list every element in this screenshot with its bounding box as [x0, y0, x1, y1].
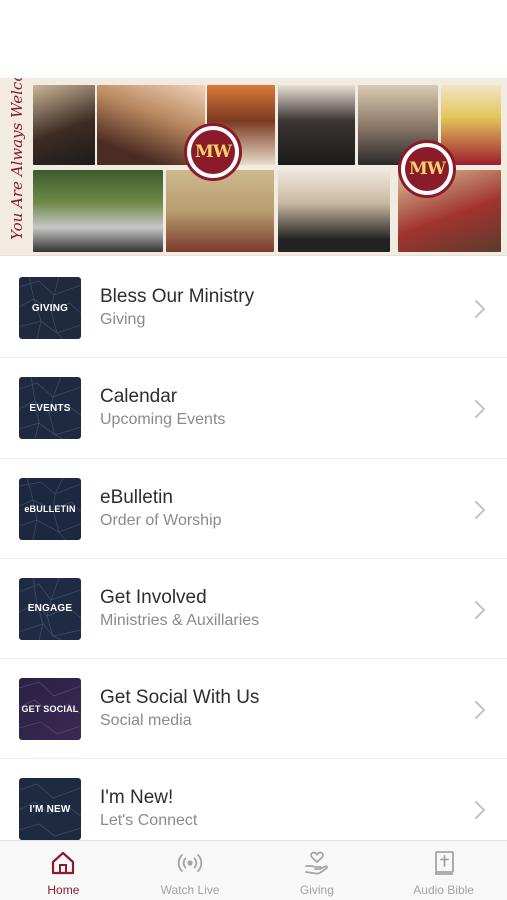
banner-side-panel: You Are Always Welcome!	[0, 78, 32, 255]
chevron-right-icon	[475, 300, 486, 318]
menu-item-get-involved[interactable]: ENGAGE Get Involved Ministries & Auxilla…	[0, 559, 507, 660]
collage-photo	[33, 85, 95, 165]
bottom-tab-bar: Home Watch Live Giving Audio Bible	[0, 840, 507, 900]
tab-home[interactable]: Home	[0, 841, 127, 900]
item-subtitle: Ministries & Auxillaries	[100, 611, 260, 629]
thumbnail-label: GIVING	[31, 302, 69, 314]
collage-photo	[278, 170, 390, 252]
thumbnail-label: I'M NEW	[29, 803, 71, 815]
church-logo-icon: MW	[184, 123, 242, 181]
giving-thumbnail: GIVING	[19, 277, 81, 339]
bible-icon	[434, 851, 454, 875]
tab-watch-live[interactable]: Watch Live	[127, 841, 254, 900]
tab-label: Watch Live	[160, 883, 220, 897]
chevron-right-icon	[475, 701, 486, 720]
item-subtitle: Order of Worship	[100, 511, 222, 529]
item-subtitle: Giving	[100, 311, 146, 328]
im-new-thumbnail: I'M NEW	[19, 778, 81, 841]
item-subtitle: Let's Connect	[100, 812, 198, 830]
thumbnail-label: GET SOCIAL	[21, 704, 79, 715]
church-logo-icon: MW	[398, 140, 456, 198]
item-title: eBulletin	[100, 486, 173, 508]
broadcast-icon	[177, 854, 203, 872]
collage-photo	[166, 170, 274, 252]
thumbnail-label: EVENTS	[29, 402, 71, 414]
chevron-right-icon	[475, 801, 486, 820]
chevron-right-icon	[475, 600, 486, 619]
item-title: Get Social With Us	[100, 687, 260, 709]
engage-thumbnail: ENGAGE	[19, 577, 81, 640]
social-thumbnail: GET SOCIAL	[19, 678, 81, 741]
tab-label: Giving	[299, 883, 334, 897]
menu-item-calendar[interactable]: EVENTS Calendar Upcoming Events	[0, 358, 507, 459]
church-banner-image: You Are Always Welcome! MW MW	[0, 78, 507, 256]
menu-item-giving[interactable]: GIVING Bless Our Ministry Giving	[0, 258, 507, 359]
home-icon	[52, 851, 75, 875]
welcome-script-text: You Are Always Welcome!	[8, 78, 26, 240]
chevron-right-icon	[475, 400, 486, 419]
tab-audio-bible[interactable]: Audio Bible	[380, 841, 507, 900]
events-thumbnail: EVENTS	[19, 377, 81, 440]
tab-label: Home	[47, 883, 80, 897]
item-subtitle: Social media	[100, 712, 192, 730]
status-bar	[0, 0, 507, 78]
chevron-right-icon	[475, 500, 486, 519]
menu-item-get-social[interactable]: GET SOCIAL Get Social With Us Social med…	[0, 659, 507, 760]
thumbnail-label: ENGAGE	[27, 603, 73, 615]
item-subtitle: Upcoming Events	[100, 411, 226, 429]
tab-giving[interactable]: Giving	[254, 841, 381, 900]
ebulletin-thumbnail: eBULLETIN	[19, 477, 81, 540]
collage-photo	[33, 170, 163, 252]
item-title: I'm New!	[100, 787, 174, 809]
menu-item-ebulletin[interactable]: eBULLETIN eBulletin Order of Worship	[0, 459, 507, 559]
item-title: Bless Our Ministry	[100, 286, 255, 307]
thumbnail-label: eBULLETIN	[24, 503, 76, 514]
menu-list: GIVING Bless Our Ministry Giving EVENTS …	[0, 258, 507, 860]
tab-label: Audio Bible	[413, 883, 474, 897]
giving-hand-icon	[305, 851, 328, 875]
item-title: Get Involved	[100, 586, 207, 608]
collage-photo	[278, 85, 355, 165]
item-title: Calendar	[100, 386, 178, 408]
